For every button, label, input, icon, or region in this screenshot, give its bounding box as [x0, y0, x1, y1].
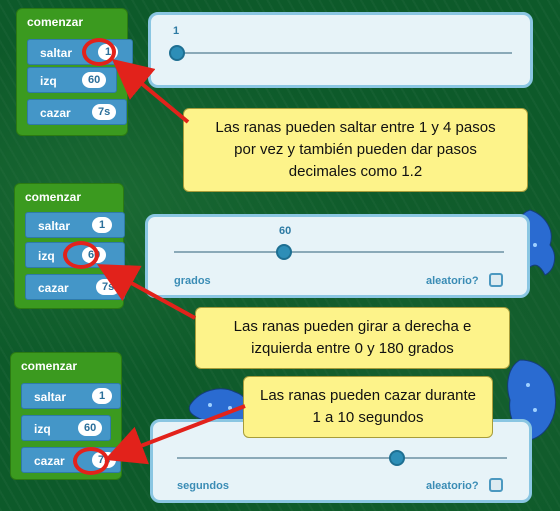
arrow-izq: [96, 264, 196, 320]
arrow-saltar: [111, 58, 190, 124]
annotation-arrows: [96, 58, 246, 465]
arrow-cazar: [104, 404, 246, 465]
